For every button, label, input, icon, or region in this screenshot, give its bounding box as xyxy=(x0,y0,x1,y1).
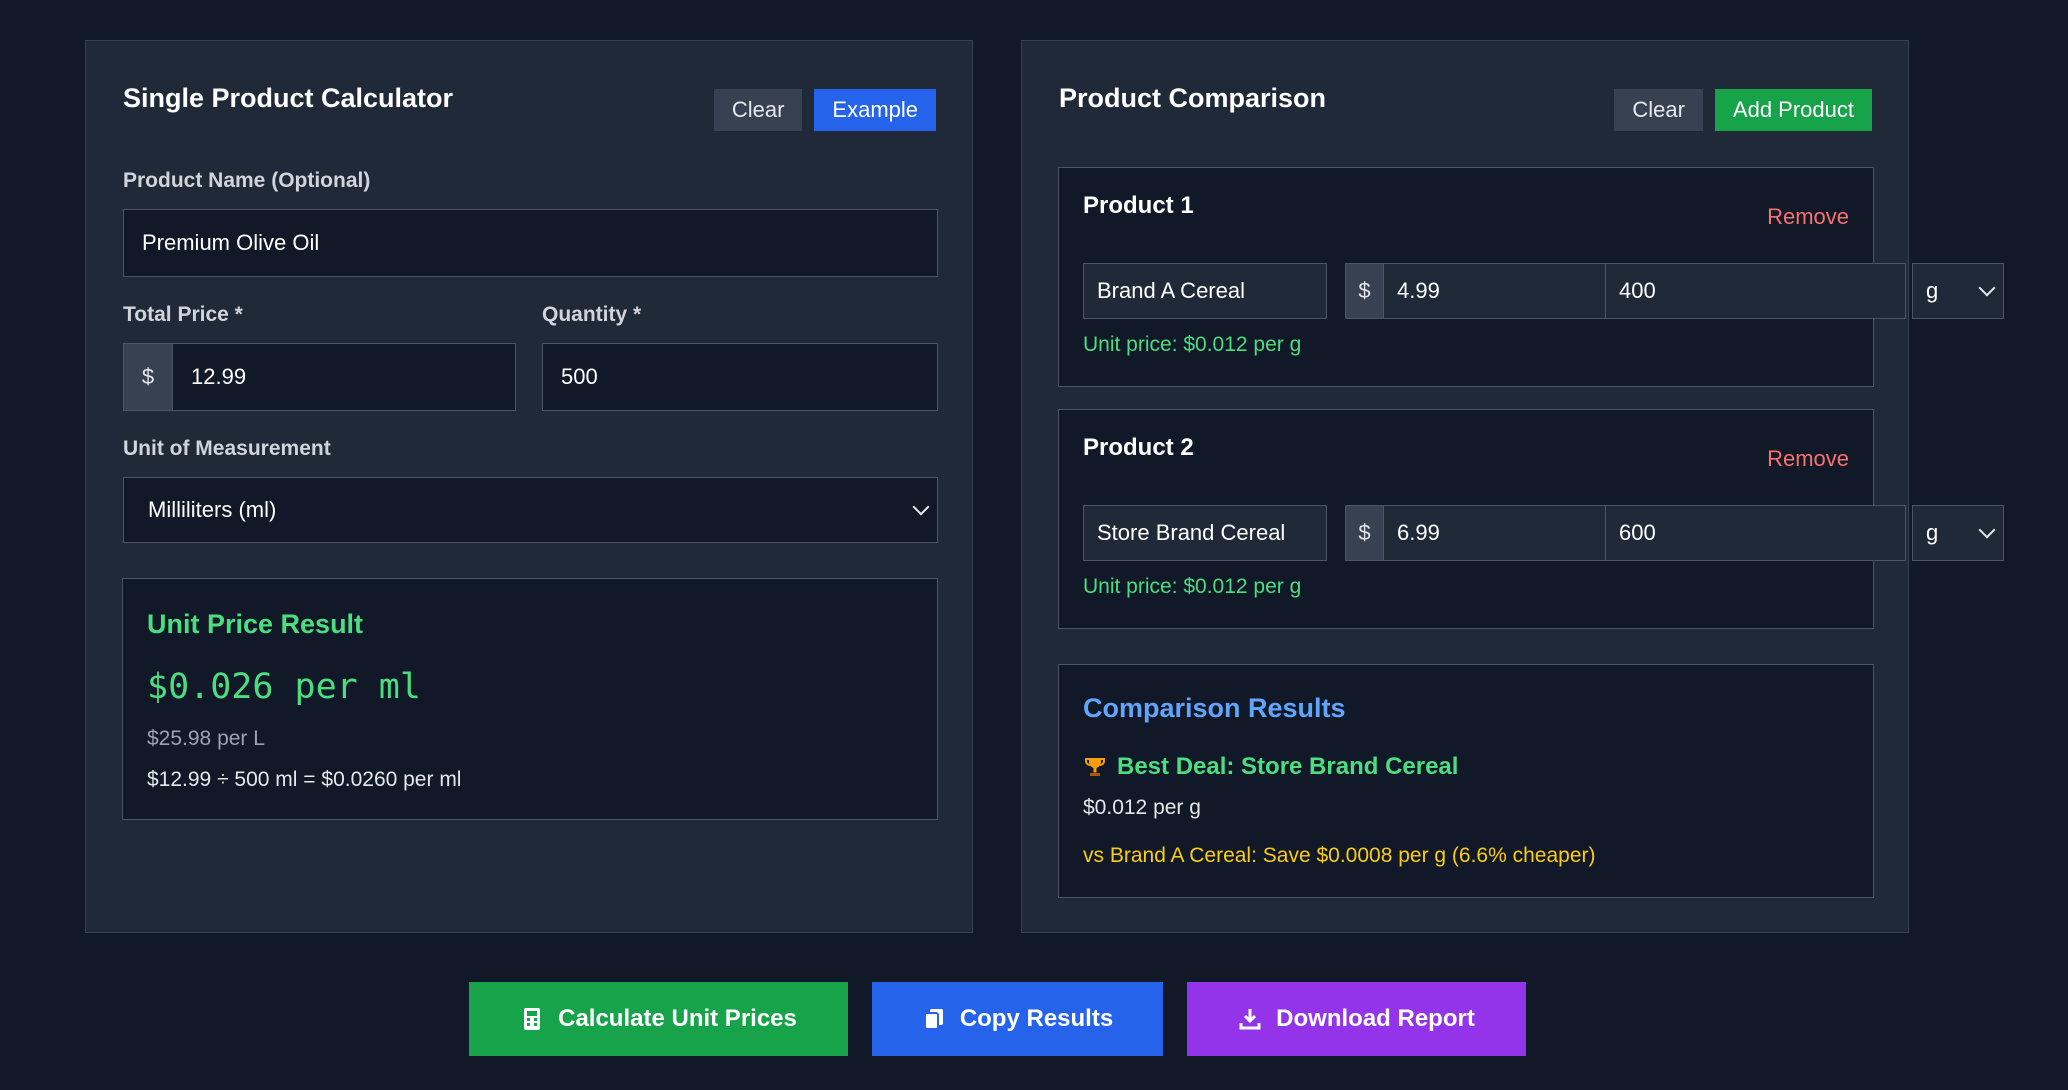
chevron-down-icon xyxy=(1978,279,1996,297)
comparison-results-title: Comparison Results xyxy=(1083,693,1346,723)
chevron-down-icon xyxy=(912,498,930,516)
single-product-calculator-panel: Single Product Calculator Clear Example … xyxy=(85,40,973,933)
product-card-title: Product 2 xyxy=(1083,434,1194,461)
unit-price-result-title: Unit Price Result xyxy=(147,609,364,639)
comparison-actions: Clear Add Product xyxy=(1614,89,1872,131)
best-deal-price: $0.012 per g xyxy=(1083,796,1201,819)
product-unit-select[interactable]: g xyxy=(1912,263,2004,319)
comparison-results-box: Comparison Results Best Deal: Store Bran… xyxy=(1058,664,1874,898)
product-price-currency-prefix: $ xyxy=(1345,505,1384,561)
product-price-value: 6.99 xyxy=(1397,520,1440,545)
single-calculator-actions: Clear Example xyxy=(713,89,936,131)
trophy-icon xyxy=(1083,755,1107,779)
product-quantity-value: 400 xyxy=(1619,278,1656,303)
calculate-unit-prices-label: Calculate Unit Prices xyxy=(558,1005,797,1032)
calculate-unit-prices-button[interactable]: Calculate Unit Prices xyxy=(469,982,848,1056)
product-name-input[interactable]: Brand A Cereal xyxy=(1083,263,1327,319)
single-clear-button[interactable]: Clear xyxy=(713,89,803,131)
download-report-label: Download Report xyxy=(1276,1005,1475,1032)
product-card-title: Product 1 xyxy=(1083,192,1194,219)
best-deal-row: Best Deal: Store Brand Cereal xyxy=(1083,753,1458,781)
product-quantity-input[interactable]: 400 xyxy=(1605,263,1906,319)
quantity-label: Quantity * xyxy=(542,303,642,326)
total-price-currency-prefix: $ xyxy=(123,343,173,411)
savings-text: vs Brand A Cereal: Save $0.0008 per g (6… xyxy=(1083,844,1596,867)
unit-of-measurement-value: Milliliters (ml) xyxy=(148,497,277,522)
remove-product-button[interactable]: Remove xyxy=(1767,204,1849,230)
unit-price-result-main: $0.026 per ml xyxy=(147,667,421,707)
product-name-input[interactable]: Store Brand Cereal xyxy=(1083,505,1327,561)
product-price-input[interactable]: 6.99 xyxy=(1383,505,1606,561)
unit-price-result-box: Unit Price Result $0.026 per ml $25.98 p… xyxy=(122,578,938,820)
remove-product-button[interactable]: Remove xyxy=(1767,446,1849,472)
product-quantity-input[interactable]: 600 xyxy=(1605,505,1906,561)
chevron-down-icon xyxy=(1978,521,1996,539)
product-card: Product 2 Remove Store Brand Cereal $ 6.… xyxy=(1058,409,2004,629)
product-name-label: Product Name (Optional) xyxy=(123,169,371,192)
single-calculator-title: Single Product Calculator xyxy=(123,83,454,113)
calculator-icon xyxy=(520,1007,544,1031)
product-price-value: 4.99 xyxy=(1397,278,1440,303)
unit-of-measurement-select[interactable]: Milliliters (ml) xyxy=(123,477,938,543)
product-unit-select[interactable]: g xyxy=(1912,505,2004,561)
total-price-input[interactable]: 12.99 xyxy=(172,343,516,411)
product-comparison-panel: Product Comparison Clear Add Product Pro… xyxy=(1021,40,2004,933)
quantity-value: 500 xyxy=(561,364,598,389)
comparison-title: Product Comparison xyxy=(1059,83,1327,113)
product-name-value: Store Brand Cereal xyxy=(1097,520,1286,545)
unit-price-result-secondary: $25.98 per L xyxy=(147,727,265,750)
product-unit-value: g xyxy=(1926,278,1939,303)
download-icon xyxy=(1238,1007,1262,1031)
copy-results-label: Copy Results xyxy=(959,1005,1114,1032)
copy-results-button[interactable]: Copy Results xyxy=(872,982,1163,1056)
product-unit-value: g xyxy=(1926,520,1939,545)
best-deal-label: Best Deal: Store Brand Cereal xyxy=(1117,753,1459,780)
product-unit-price: Unit price: $0.012 per g xyxy=(1083,575,1302,598)
download-report-button[interactable]: Download Report xyxy=(1187,982,1526,1056)
total-price-value: 12.99 xyxy=(191,364,247,389)
product-name-input[interactable]: Premium Olive Oil xyxy=(123,209,938,277)
unit-of-measurement-label: Unit of Measurement xyxy=(123,437,331,460)
product-price-currency-prefix: $ xyxy=(1345,263,1384,319)
product-unit-price: Unit price: $0.012 per g xyxy=(1083,333,1302,356)
copy-icon xyxy=(922,1007,946,1031)
product-card: Product 1 Remove Brand A Cereal $ 4.99 4… xyxy=(1058,167,2004,387)
product-name-value: Brand A Cereal xyxy=(1097,278,1245,303)
add-product-button[interactable]: Add Product xyxy=(1714,89,1872,131)
total-price-label: Total Price * xyxy=(123,303,243,326)
product-quantity-value: 600 xyxy=(1619,520,1656,545)
product-name-value: Premium Olive Oil xyxy=(142,230,320,255)
product-price-input[interactable]: 4.99 xyxy=(1383,263,1606,319)
comparison-clear-button[interactable]: Clear xyxy=(1614,89,1703,131)
unit-price-result-formula: $12.99 ÷ 500 ml = $0.0260 per ml xyxy=(147,768,462,791)
quantity-input[interactable]: 500 xyxy=(542,343,938,411)
example-button[interactable]: Example xyxy=(814,89,936,131)
